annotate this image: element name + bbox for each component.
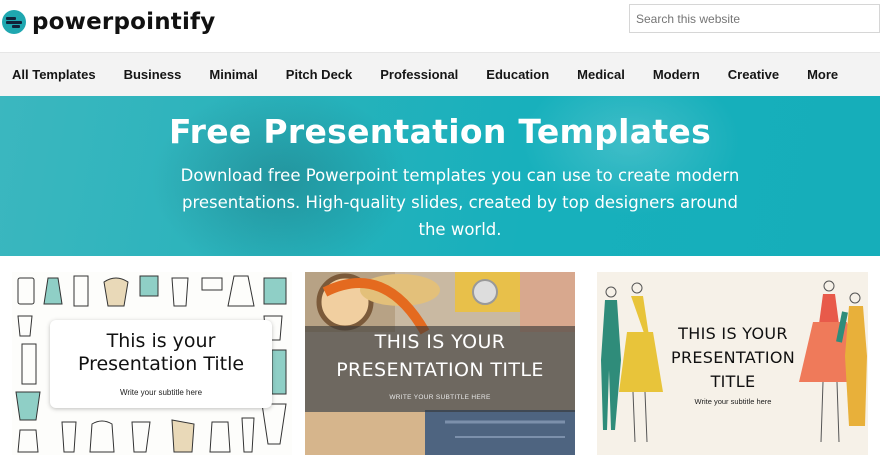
slide-title-line-3: TITLE [710,372,756,391]
slide-title-line-1: THIS IS YOUR [374,331,506,353]
slide-subtitle: Write your subtitle here [119,388,203,397]
site-header: powerpointify [0,0,880,52]
nav-item-modern[interactable]: Modern [653,67,700,82]
slide-title-box: This is your Presentation Title Write yo… [50,320,272,408]
main-nav: All Templates Business Minimal Pitch Dec… [0,52,880,96]
slide-subtitle: Write your subtitle here [694,397,772,406]
search-input[interactable] [629,4,880,33]
nav-item-business[interactable]: Business [124,67,182,82]
logo-text: powerpointify [32,9,216,35]
nav-item-creative[interactable]: Creative [728,67,779,82]
slide-title-line-1: THIS IS YOUR [678,324,788,343]
slide-title-line-2: PRESENTATION TITLE [336,359,544,381]
template-card-2[interactable]: THIS IS YOUR PRESENTATION TITLE WRITE YO… [305,272,575,455]
hero-title: Free Presentation Templates [168,112,712,151]
slide-title-line-2: PRESENTATION [671,348,795,367]
nav-item-minimal[interactable]: Minimal [209,67,257,82]
template-card-1[interactable]: This is your Presentation Title Write yo… [12,272,292,455]
slide-title-line-1: This is your [106,330,216,352]
nav-item-all-templates[interactable]: All Templates [12,67,96,82]
nav-item-medical[interactable]: Medical [577,67,625,82]
site-logo[interactable]: powerpointify [2,9,215,35]
nav-item-education[interactable]: Education [486,67,549,82]
nav-item-pitch-deck[interactable]: Pitch Deck [286,67,352,82]
hero-banner: Free Presentation Templates Download fre… [0,96,880,256]
hero-subtitle: Download free Powerpoint templates you c… [180,166,740,239]
presentation-logo-icon [2,10,26,34]
template-card-3[interactable]: THIS IS YOUR PRESENTATION TITLE Write yo… [597,272,868,455]
slide-title-line-2: Presentation Title [77,353,245,375]
nav-item-professional[interactable]: Professional [380,67,458,82]
slide-subtitle: WRITE YOUR SUBTITLE HERE [389,394,491,401]
nav-item-more[interactable]: More [807,67,838,82]
